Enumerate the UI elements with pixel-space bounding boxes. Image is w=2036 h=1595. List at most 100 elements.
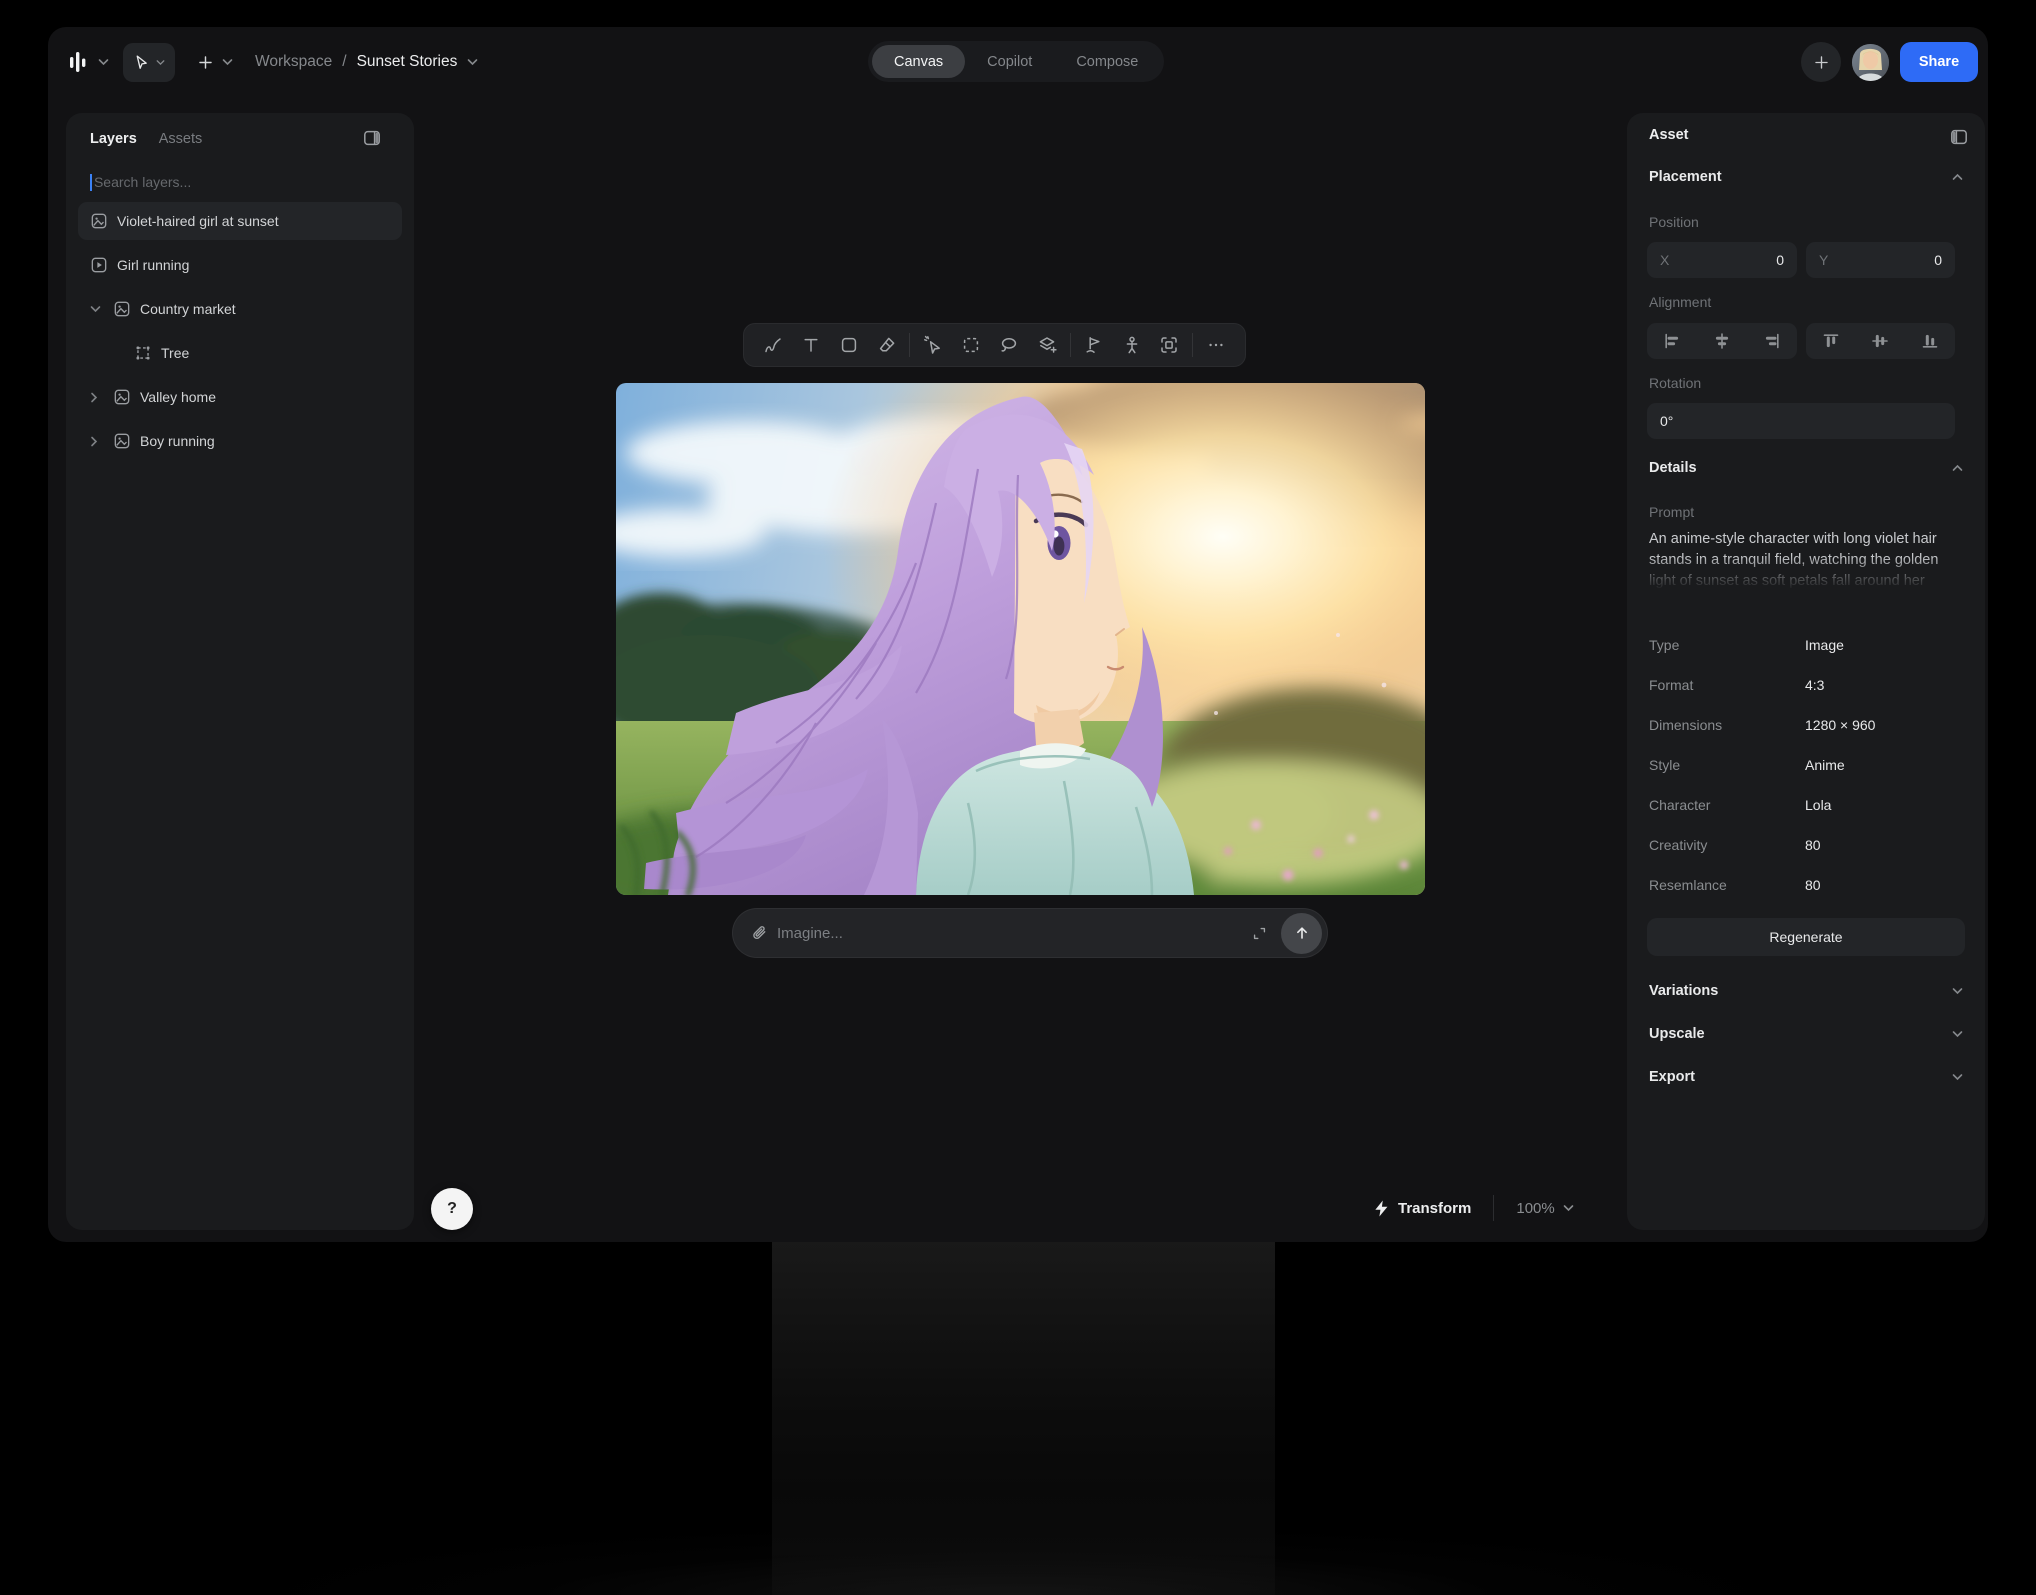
layer-row-country-market[interactable]: Country market <box>78 290 402 328</box>
layer-row-valley-home[interactable]: Valley home <box>78 378 402 416</box>
lightning-icon <box>1374 1200 1389 1217</box>
avatar[interactable] <box>1852 44 1889 81</box>
chevron-up-icon[interactable] <box>1952 464 1963 472</box>
detail-label: Character <box>1649 797 1805 813</box>
details-section-header[interactable]: Details <box>1649 460 1963 476</box>
submit-prompt-button[interactable] <box>1281 913 1322 954</box>
marquee-icon[interactable] <box>956 330 986 360</box>
align-center-horizontal-icon[interactable] <box>1697 332 1747 350</box>
upscale-section-header[interactable]: Upscale <box>1649 1012 1963 1055</box>
eraser-icon[interactable] <box>872 330 902 360</box>
upscale-label: Upscale <box>1649 1026 1705 1042</box>
regenerate-button[interactable]: Regenerate <box>1647 918 1965 956</box>
tab-assets[interactable]: Assets <box>159 131 203 147</box>
detail-label: Creativity <box>1649 837 1805 853</box>
align-top-icon[interactable] <box>1806 332 1855 350</box>
collapse-left-panel-icon[interactable] <box>362 128 382 153</box>
paperclip-icon[interactable] <box>750 924 768 942</box>
invite-button[interactable] <box>1801 42 1841 82</box>
breadcrumb: Workspace / Sunset Stories <box>255 53 478 71</box>
placement-section-header[interactable]: Placement <box>1649 169 1963 185</box>
position-x-field[interactable]: X 0 <box>1647 242 1797 278</box>
horizontal-align-group <box>1647 323 1797 359</box>
layer-row-violet-haired-girl[interactable]: Violet-haired girl at sunset <box>78 202 402 240</box>
search-layers-field[interactable] <box>90 169 390 195</box>
details-header-label: Details <box>1649 460 1697 476</box>
add-asset-chevron-icon[interactable] <box>222 58 233 66</box>
chevron-right-icon[interactable] <box>90 436 104 447</box>
rotation-value: 0° <box>1660 413 1673 429</box>
text-icon[interactable] <box>796 330 826 360</box>
chevron-down-icon[interactable] <box>90 305 104 313</box>
transform-label: Transform <box>1398 1200 1471 1217</box>
status-cluster: Transform 100% <box>1374 1187 1574 1229</box>
layer-row-tree[interactable]: Tree <box>78 334 402 372</box>
chevron-down-icon[interactable] <box>1952 1073 1963 1081</box>
layer-label: Girl running <box>117 257 189 273</box>
expand-icon[interactable] <box>1251 925 1268 942</box>
breadcrumb-project[interactable]: Sunset Stories <box>357 53 458 71</box>
canvas-image-violet-haired-girl[interactable] <box>616 383 1425 895</box>
help-button[interactable]: ? <box>431 1188 473 1230</box>
tab-copilot[interactable]: Copilot <box>965 45 1054 78</box>
transform-button[interactable]: Transform <box>1374 1200 1471 1217</box>
position-y-field[interactable]: Y 0 <box>1806 242 1955 278</box>
select-tool-button[interactable] <box>123 43 175 82</box>
placement-header-label: Placement <box>1649 169 1722 185</box>
share-button[interactable]: Share <box>1900 42 1978 82</box>
tab-layers[interactable]: Layers <box>90 131 137 147</box>
brand-cluster: Workspace / Sunset Stories <box>69 42 478 82</box>
plus-icon <box>1813 54 1830 71</box>
lasso-icon[interactable] <box>994 330 1024 360</box>
arrow-up-icon <box>1293 924 1311 942</box>
chevron-right-icon[interactable] <box>90 392 104 403</box>
project-chevron-icon[interactable] <box>467 58 478 66</box>
export-section-header[interactable]: Export <box>1649 1055 1963 1098</box>
chevron-down-icon[interactable] <box>1952 1030 1963 1038</box>
align-left-icon[interactable] <box>1647 332 1697 350</box>
imagine-input[interactable] <box>777 925 1238 942</box>
mode-tabs: Canvas Copilot Compose <box>868 41 1164 82</box>
y-label: Y <box>1819 252 1828 268</box>
variations-label: Variations <box>1649 983 1718 999</box>
layers-panel: Layers Assets Violet-haired girl at suns… <box>66 113 414 1230</box>
align-right-icon[interactable] <box>1747 332 1797 350</box>
align-center-vertical-icon[interactable] <box>1856 332 1905 350</box>
shape-icon[interactable] <box>834 330 864 360</box>
vector-flag-icon[interactable] <box>1079 330 1109 360</box>
detail-row-style: Style Anime <box>1649 745 1963 785</box>
add-asset-icon[interactable] <box>197 54 214 71</box>
chevron-up-icon[interactable] <box>1952 173 1963 181</box>
logo-menu-chevron-icon[interactable] <box>98 58 109 66</box>
rotation-field[interactable]: 0° <box>1647 403 1955 439</box>
draw-icon[interactable] <box>758 330 788 360</box>
alignment-label: Alignment <box>1649 294 1711 310</box>
selection-layer-icon <box>134 344 152 362</box>
app-logo-icon[interactable] <box>69 51 90 73</box>
align-bottom-icon[interactable] <box>1906 332 1955 350</box>
magic-select-icon[interactable] <box>918 330 948 360</box>
layer-row-girl-running[interactable]: Girl running <box>78 246 402 284</box>
detail-value: 4:3 <box>1805 677 1824 693</box>
text-caret <box>90 174 92 191</box>
detail-label: Format <box>1649 677 1805 693</box>
cursor-icon <box>133 54 150 71</box>
layer-row-boy-running[interactable]: Boy running <box>78 422 402 460</box>
add-layer-icon[interactable] <box>1032 330 1062 360</box>
chevron-down-icon[interactable] <box>1952 987 1963 995</box>
detail-label: Type <box>1649 637 1805 653</box>
tab-compose[interactable]: Compose <box>1054 45 1160 78</box>
prompt-text[interactable]: An anime-style character with long viole… <box>1649 529 1963 592</box>
tab-canvas[interactable]: Canvas <box>872 45 965 78</box>
zoom-control[interactable]: 100% <box>1516 1200 1573 1217</box>
variations-section-header[interactable]: Variations <box>1649 969 1963 1012</box>
more-icon[interactable] <box>1201 330 1231 360</box>
detail-label: Style <box>1649 757 1805 773</box>
collapse-right-panel-icon[interactable] <box>1949 127 1969 152</box>
search-layers-input[interactable] <box>94 174 390 190</box>
pose-icon[interactable] <box>1117 330 1147 360</box>
layer-label: Valley home <box>140 389 216 405</box>
breadcrumb-workspace[interactable]: Workspace <box>255 53 332 71</box>
frame-icon[interactable] <box>1154 330 1184 360</box>
imagine-bar[interactable] <box>732 908 1328 958</box>
